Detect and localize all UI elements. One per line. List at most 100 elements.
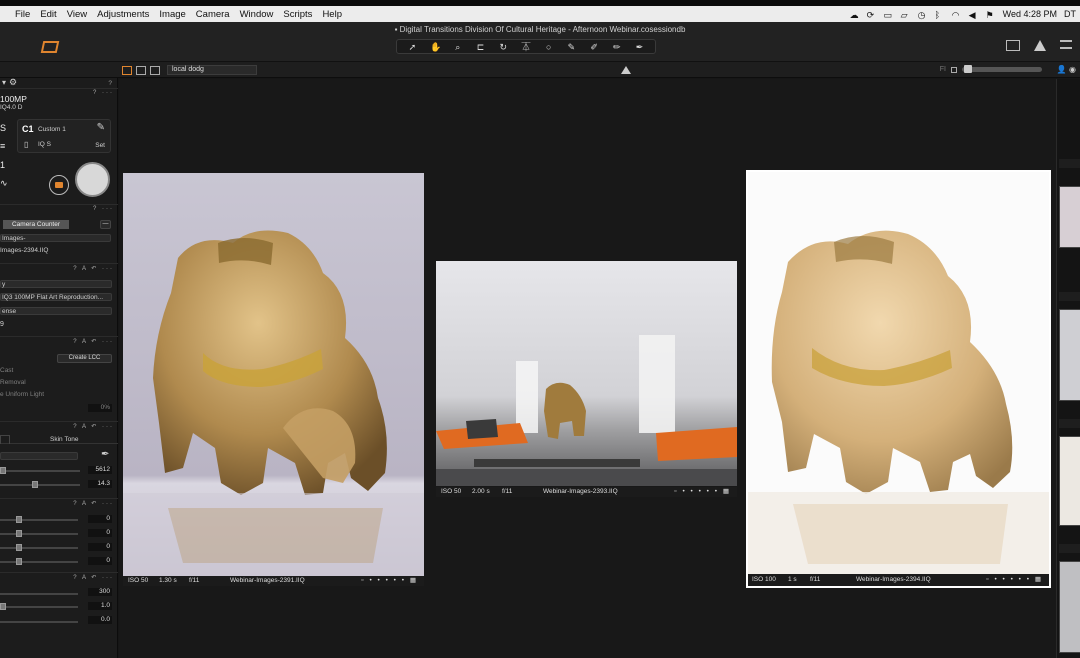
filmstrip-thumb-3[interactable] bbox=[1059, 436, 1080, 526]
menu-edit[interactable]: Edit bbox=[35, 9, 61, 20]
volume-icon[interactable]: ◀ bbox=[969, 10, 979, 20]
menu-help[interactable]: Help bbox=[317, 9, 347, 20]
hdr-value-1[interactable]: 300 bbox=[88, 588, 112, 596]
person-icon[interactable]: 👤 bbox=[1057, 65, 1067, 74]
brightness-slider[interactable] bbox=[0, 544, 78, 551]
menu-image[interactable]: Image bbox=[154, 9, 190, 20]
gradient-tool-icon[interactable]: ✏ bbox=[612, 42, 622, 52]
thumbnail-size-slider[interactable] bbox=[962, 65, 1042, 73]
wifi-icon[interactable]: ◠ bbox=[952, 10, 962, 20]
menu-file[interactable]: File bbox=[10, 9, 35, 20]
counter-menu-button[interactable]: — bbox=[100, 220, 111, 229]
menu-adjustments[interactable]: Adjustments bbox=[92, 9, 154, 20]
camera-counter-button[interactable]: Camera Counter bbox=[3, 220, 69, 229]
set-button[interactable]: Set bbox=[95, 142, 105, 149]
exposure-warning-icon[interactable] bbox=[1034, 40, 1046, 51]
live-view-button[interactable] bbox=[49, 175, 69, 195]
kelvin-value[interactable]: 5612 bbox=[88, 466, 112, 474]
viewer-3-rating-dots[interactable]: ▫ • • • • • ▦ bbox=[986, 574, 1043, 586]
image-2393[interactable] bbox=[436, 261, 737, 486]
compare-view-icon[interactable] bbox=[150, 66, 160, 75]
capture-button[interactable] bbox=[75, 162, 110, 197]
picker-tool-icon[interactable]: ✒ bbox=[635, 42, 645, 52]
exposure-slider[interactable] bbox=[0, 516, 78, 523]
curve-select[interactable]: y bbox=[0, 280, 112, 288]
camera-tab-icon[interactable]: ▾ bbox=[2, 78, 6, 87]
stack-icon[interactable]: ≡ bbox=[0, 141, 5, 151]
help-icon[interactable]: ? bbox=[108, 80, 112, 87]
album-select[interactable]: local dodg bbox=[167, 65, 257, 75]
single-view-icon[interactable] bbox=[136, 66, 146, 75]
spot-tool-icon[interactable]: ○ bbox=[544, 42, 554, 52]
lcc-value[interactable]: 0% bbox=[88, 404, 112, 412]
contrast-value[interactable]: 0 bbox=[88, 529, 112, 537]
hdr-slider-2[interactable] bbox=[0, 603, 78, 610]
pen-icon[interactable]: ✎ bbox=[97, 122, 105, 133]
hdr-value-3[interactable]: 0.0 bbox=[88, 616, 112, 624]
one-icon[interactable]: 1 bbox=[0, 160, 5, 170]
profile-select[interactable]: IQ3 100MP Flat Art Reproduction... bbox=[0, 293, 112, 301]
hdr-value-2[interactable]: 1.0 bbox=[88, 602, 112, 610]
kelvin-slider[interactable] bbox=[0, 467, 80, 474]
loupe-tool-icon[interactable]: ⌕ bbox=[453, 42, 463, 52]
hdr-slider-1[interactable] bbox=[0, 593, 78, 595]
shutter-icon[interactable]: S bbox=[0, 123, 6, 133]
tint-slider[interactable] bbox=[0, 481, 80, 488]
pan-tool-icon[interactable]: ✋ bbox=[430, 42, 441, 52]
skin-tone-tab[interactable]: Skin Tone bbox=[50, 436, 78, 443]
grid-view-icon[interactable] bbox=[1006, 40, 1020, 51]
menu-camera[interactable]: Camera bbox=[191, 9, 235, 20]
create-lcc-button[interactable]: Create LCC bbox=[57, 354, 112, 363]
cloud-icon[interactable]: ☁ bbox=[850, 10, 860, 20]
eye-icon[interactable]: ◉ bbox=[1069, 65, 1076, 74]
wb-mode-select[interactable] bbox=[0, 452, 78, 460]
lens-select[interactable]: ense bbox=[0, 307, 112, 315]
exposure-value[interactable]: 0 bbox=[88, 515, 112, 523]
viewer-1[interactable]: ISO 50 1.30 s f/11 Webinar-Images-2391.I… bbox=[123, 173, 424, 586]
curve-icon[interactable]: ∿ bbox=[0, 178, 8, 189]
crop-tool-icon[interactable]: ⊏ bbox=[476, 42, 486, 52]
viewer-2[interactable]: ISO 50 2.00 s f/11 Webinar-Images-2393.I… bbox=[436, 261, 737, 497]
flag-icon[interactable]: ⚑ bbox=[986, 10, 996, 20]
wb-basic-tab[interactable] bbox=[0, 435, 10, 444]
exposure-warning-icon[interactable] bbox=[621, 66, 631, 74]
viewer-1-rating-dots[interactable]: ▫ • • • • • ▦ bbox=[361, 576, 418, 586]
brightness-value[interactable]: 0 bbox=[88, 543, 112, 551]
thumb-small-icon[interactable] bbox=[951, 66, 957, 73]
pointer-tool-icon[interactable]: ➚ bbox=[407, 42, 417, 52]
saturation-value[interactable]: 0 bbox=[88, 557, 112, 565]
lcc-cast-option[interactable]: Cast bbox=[0, 367, 13, 374]
airplay-icon[interactable]: ▱ bbox=[901, 10, 911, 20]
gear-icon[interactable]: ⚙ bbox=[9, 77, 17, 88]
keystone-tool-icon[interactable]: ⏄ bbox=[521, 42, 531, 52]
filmstrip-thumb-4[interactable] bbox=[1059, 561, 1080, 653]
viewer-2-rating-dots[interactable]: ▫ • • • • • ▦ bbox=[674, 487, 731, 497]
brush-tool-icon[interactable]: ✎ bbox=[566, 42, 576, 52]
camera-style-box[interactable]: C1 Custom 1 ▯ IQ S ✎ Set bbox=[17, 119, 111, 153]
menu-window[interactable]: Window bbox=[235, 9, 279, 20]
user-name[interactable]: DT bbox=[1064, 9, 1076, 19]
contrast-slider[interactable] bbox=[0, 530, 78, 537]
tint-value[interactable]: 14.3 bbox=[88, 480, 112, 488]
timemachine-icon[interactable]: ◷ bbox=[918, 10, 928, 20]
sync-icon[interactable]: ⟳ bbox=[867, 10, 877, 20]
lcc-removal-option[interactable]: Removal bbox=[0, 379, 26, 386]
eyedropper-icon[interactable]: ✒ bbox=[101, 449, 109, 460]
image-2394[interactable] bbox=[748, 172, 1049, 576]
menu-icon[interactable] bbox=[1060, 40, 1072, 49]
menu-scripts[interactable]: Scripts bbox=[278, 9, 317, 20]
bluetooth-icon[interactable]: ᛒ bbox=[935, 10, 945, 20]
eraser-tool-icon[interactable]: ✐ bbox=[589, 42, 599, 52]
rotate-tool-icon[interactable]: ↻ bbox=[498, 42, 508, 52]
capture-icon[interactable] bbox=[40, 41, 60, 53]
image-2391[interactable] bbox=[123, 173, 424, 576]
viewer-3-selected[interactable]: ISO 100 1 s f/11 Webinar-Images-2394.IIQ… bbox=[746, 170, 1051, 588]
filmstrip-thumb-2[interactable] bbox=[1059, 309, 1080, 401]
clock[interactable]: Wed 4:28 PM bbox=[1003, 9, 1057, 19]
menu-view[interactable]: View bbox=[62, 9, 92, 20]
multi-view-icon[interactable] bbox=[122, 66, 132, 75]
lcc-uniform-light-option[interactable]: e Uniform Light bbox=[0, 391, 44, 398]
display-icon[interactable]: ▭ bbox=[884, 10, 894, 20]
name-format-field[interactable]: Images- bbox=[0, 234, 111, 242]
hdr-slider-3[interactable] bbox=[0, 621, 78, 623]
